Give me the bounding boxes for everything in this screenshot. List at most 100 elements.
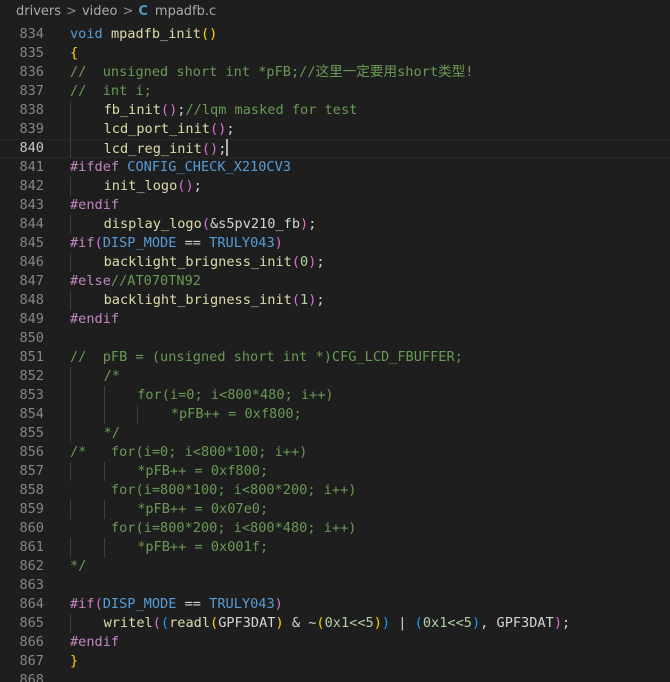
code-token: ( [291, 254, 301, 270]
code-line[interactable]: 861 *pFB++ = 0x001f; [0, 538, 670, 557]
line-number: 868 [19, 672, 44, 682]
breadcrumb-video[interactable]: video [82, 4, 118, 19]
code-line[interactable]: 841 #ifdef CONFIG_CHECK_X210CV3 [0, 158, 670, 177]
code-line[interactable]: 842 init_logo(); [0, 177, 670, 196]
line-number: 858 [19, 482, 44, 498]
code-token: #endif [70, 197, 120, 213]
code-token: ( [94, 235, 103, 251]
indent-guide [103, 386, 105, 405]
breadcrumb-file[interactable]: mpadfb.c [155, 4, 216, 19]
code-line[interactable]: 854 *pFB++ = 0xf800; [0, 405, 670, 424]
code-line[interactable]: 858 for(i=800*100; i<800*200; i++) [0, 481, 670, 500]
code-token: #else [70, 273, 111, 289]
code-text: backlight_brigness_init(1); [104, 291, 325, 310]
code-token: readl [169, 615, 210, 631]
code-token: #endif [70, 634, 120, 650]
indent-guide [70, 424, 71, 443]
code-line[interactable]: 864 #if(DISP_MODE == TRULY043) [0, 595, 670, 614]
code-token: ) [274, 235, 283, 251]
code-text: lcd_port_init(); [104, 120, 235, 139]
line-number: 836 [19, 64, 44, 80]
code-text: #endif [70, 310, 119, 329]
code-text: // pFB = (unsigned short int *)CFG_LCD_F… [70, 348, 463, 367]
line-number: 857 [19, 463, 44, 479]
code-token: ; [218, 141, 227, 157]
code-line[interactable]: 866 #endif [0, 633, 670, 652]
code-text: #if(DISP_MODE == TRULY043) [70, 595, 283, 614]
code-token: ( [414, 615, 423, 631]
code-token: &s5pv210_fb [210, 216, 301, 232]
code-token: fb_init [103, 102, 161, 118]
line-number: 835 [19, 45, 44, 61]
code-text: init_logo(); [104, 177, 202, 196]
code-token: // unsigned short int *pFB;//这里一定要用short… [70, 64, 474, 80]
code-line[interactable]: 851 // pFB = (unsigned short int *)CFG_LC… [0, 348, 670, 367]
code-line[interactable]: 836 // unsigned short int *pFB;//这里一定要用sh… [0, 63, 670, 82]
indent-guide [70, 215, 71, 234]
code-line[interactable]: 855 */ [0, 424, 670, 443]
code-line[interactable]: 843 #endif [0, 196, 670, 215]
code-line[interactable]: 857 *pFB++ = 0xf800; [0, 462, 670, 481]
code-line[interactable]: 840 lcd_reg_init(); [0, 139, 670, 158]
indent-guide [137, 405, 139, 424]
code-token: mpadfb_init [110, 26, 201, 42]
code-token: backlight_brigness_init [103, 292, 292, 308]
line-number: 840 [19, 140, 44, 156]
code-token: *pFB++ = 0x001f; [137, 539, 269, 555]
code-token: & ~ [283, 615, 317, 631]
code-line[interactable]: 863 [0, 576, 670, 595]
code-line[interactable]: 867} [0, 652, 670, 671]
code-token: ) [275, 615, 284, 631]
code-token: () [177, 178, 194, 194]
code-token: == [176, 596, 210, 612]
code-token: () [201, 141, 219, 157]
code-text: *pFB++ = 0x07e0; [137, 500, 268, 519]
code-token: for(i=800*100; i<800*200; i++) [70, 482, 357, 498]
code-line[interactable]: 859 *pFB++ = 0x07e0; [0, 500, 670, 519]
code-text: lcd_reg_init(); [104, 139, 229, 159]
code-line[interactable]: 849 #endif [0, 310, 670, 329]
code-token: ) [381, 615, 391, 631]
code-token: ( [201, 216, 210, 232]
line-number: 843 [19, 197, 44, 213]
breadcrumb-drivers[interactable]: drivers [16, 4, 61, 19]
code-text: writel((readl(GPF3DAT) & ~(0x1<<5)) | (0… [104, 614, 571, 633]
code-text: { [70, 44, 78, 63]
code-line[interactable]: 862 */ [0, 557, 670, 576]
breadcrumb: drivers > video > C mpadfb.c [0, 0, 670, 22]
code-line[interactable]: 839 lcd_port_init(); [0, 120, 670, 139]
code-line[interactable]: 856 /* for(i=0; i<800*100; i++) [0, 443, 670, 462]
code-token: DISP_MODE [102, 235, 177, 251]
indent-guide [103, 462, 105, 481]
code-line[interactable]: 837 // int i; [0, 82, 670, 101]
line-number: 854 [19, 406, 44, 422]
code-token: 0x1<<5 [324, 615, 374, 631]
code-line[interactable]: 868 [0, 671, 670, 682]
code-token: /* [103, 368, 120, 384]
code-token: () [160, 102, 178, 118]
code-line[interactable]: 844 display_logo(&s5pv210_fb); [0, 215, 670, 234]
code-line[interactable]: 846 backlight_brigness_init(0); [0, 253, 670, 272]
line-number: 845 [19, 235, 44, 251]
code-line[interactable]: 865 writel((readl(GPF3DAT) & ~(0x1<<5)) |… [0, 614, 670, 633]
code-token: lcd_reg_init [103, 141, 202, 157]
code-line[interactable]: 845 #if(DISP_MODE == TRULY043) [0, 234, 670, 253]
code-line[interactable]: 838 fb_init();//lqm masked for test [0, 101, 670, 120]
code-line[interactable]: 847 #else//AT070TN92 [0, 272, 670, 291]
code-text: for(i=800*100; i<800*200; i++) [70, 481, 357, 500]
code-line[interactable]: 850 [0, 329, 670, 348]
code-token: ; [308, 216, 317, 232]
code-editor[interactable]: 834 void mpadfb_init() 835 {836 // unsigned … [0, 22, 670, 682]
code-line[interactable]: 853 for(i=0; i<800*480; i++) [0, 386, 670, 405]
code-line[interactable]: 860 for(i=800*200; i<800*480; i++) [0, 519, 670, 538]
line-number: 834 [19, 26, 44, 42]
code-token: ; [226, 121, 235, 137]
code-line[interactable]: 834 void mpadfb_init() [0, 25, 670, 44]
indent-guide [70, 291, 71, 310]
code-token: #ifdef [70, 159, 120, 175]
code-line[interactable]: 852 /* [0, 367, 670, 386]
code-line[interactable]: 835 { [0, 44, 670, 63]
code-line[interactable]: 848 backlight_brigness_init(1); [0, 291, 670, 310]
code-text: // unsigned short int *pFB;//这里一定要用short… [70, 63, 473, 82]
line-number: 861 [19, 539, 44, 555]
